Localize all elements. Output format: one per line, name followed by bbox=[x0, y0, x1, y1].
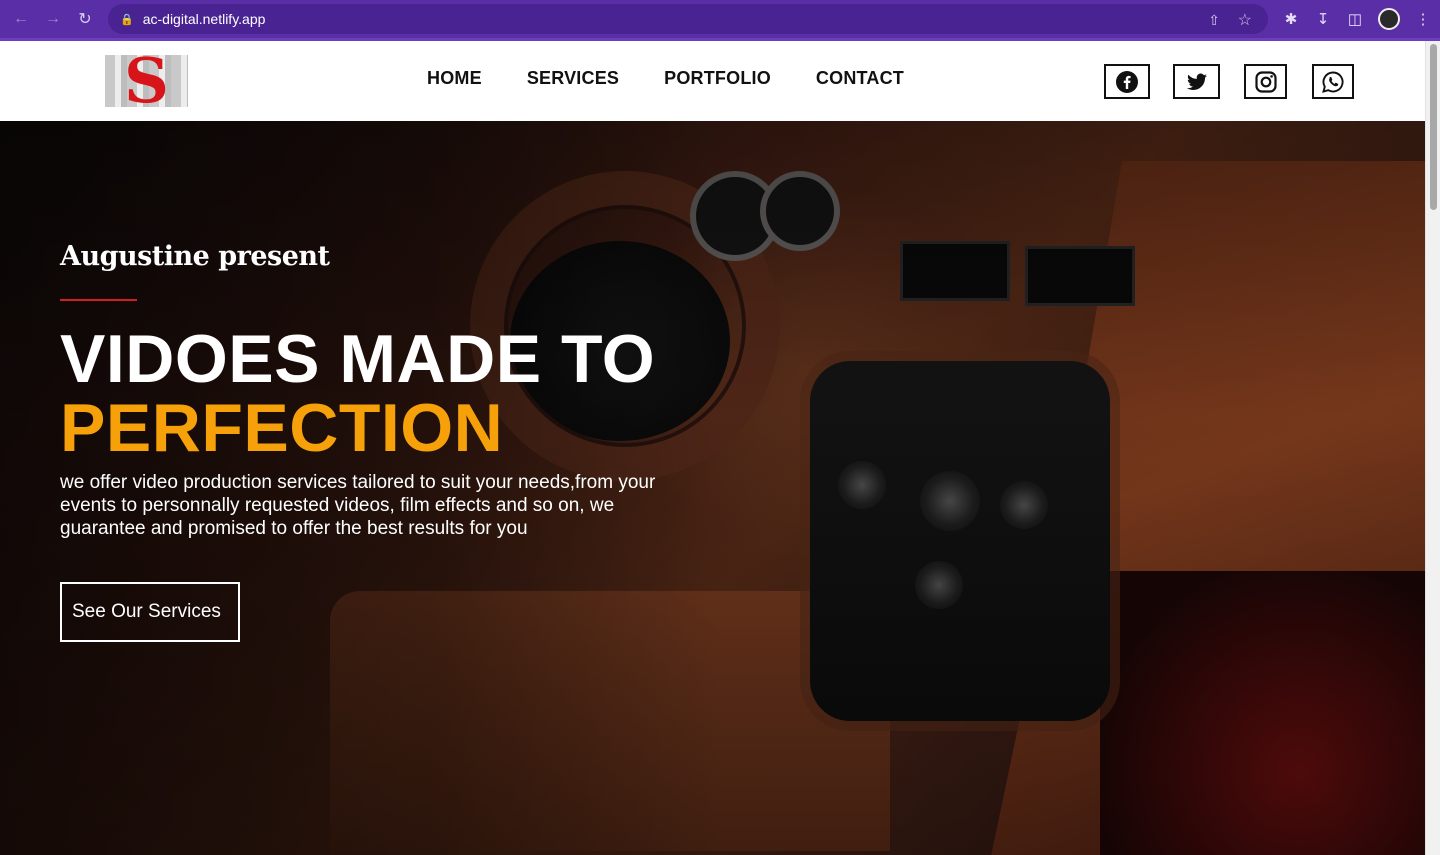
back-arrow-icon[interactable]: ← bbox=[10, 8, 32, 30]
hero-presenter: Augustine present bbox=[60, 241, 330, 272]
site-header: S HOME SERVICES PORTFOLIO CONTACT bbox=[0, 41, 1425, 121]
hero-headline-line2: PERFECTION bbox=[60, 390, 504, 466]
nav-portfolio[interactable]: PORTFOLIO bbox=[664, 68, 771, 89]
nav-services[interactable]: SERVICES bbox=[527, 68, 619, 89]
nav-contact[interactable]: CONTACT bbox=[816, 68, 904, 89]
whatsapp-icon bbox=[1322, 71, 1344, 93]
page-scrollbar[interactable] bbox=[1425, 41, 1440, 855]
twitter-icon bbox=[1186, 73, 1207, 90]
facebook-icon bbox=[1116, 70, 1138, 93]
nav-home[interactable]: HOME bbox=[427, 68, 482, 89]
side-panel-icon[interactable]: ◫ bbox=[1346, 10, 1364, 28]
download-icon[interactable]: ↧ bbox=[1314, 10, 1332, 28]
share-icon[interactable]: ⇧ bbox=[1208, 12, 1220, 29]
whatsapp-link[interactable] bbox=[1312, 64, 1354, 99]
logo-letter: S bbox=[124, 44, 169, 117]
extensions-icon[interactable]: ✱ bbox=[1282, 10, 1300, 28]
browser-toolbar: ← → ↻ 🔒 ac-digital.netlify.app ⇧ ☆ ✱ ↧ ◫… bbox=[0, 0, 1440, 38]
facebook-link[interactable] bbox=[1104, 64, 1150, 99]
instagram-link[interactable] bbox=[1244, 64, 1287, 99]
main-nav: HOME SERVICES PORTFOLIO CONTACT bbox=[427, 68, 904, 89]
site-logo[interactable]: S bbox=[105, 48, 188, 114]
profile-avatar[interactable] bbox=[1378, 8, 1400, 30]
accent-divider bbox=[60, 299, 137, 301]
hero-section: Augustine present VIDOES MADE TO PERFECT… bbox=[0, 121, 1425, 855]
hero-content: Augustine present VIDOES MADE TO PERFECT… bbox=[60, 241, 700, 642]
bookmark-star-icon[interactable]: ☆ bbox=[1238, 10, 1252, 30]
lock-icon: 🔒 bbox=[120, 13, 134, 26]
scrollbar-thumb[interactable] bbox=[1430, 44, 1437, 210]
see-services-button[interactable]: See Our Services bbox=[60, 582, 240, 642]
more-menu-icon[interactable]: ⋮ bbox=[1414, 10, 1432, 28]
url-text: ac-digital.netlify.app bbox=[142, 11, 266, 27]
reload-icon[interactable]: ↻ bbox=[74, 8, 96, 30]
instagram-icon bbox=[1254, 70, 1277, 93]
hero-headline-line1: VIDOES MADE TO bbox=[60, 321, 656, 397]
hero-description: we offer video production services tailo… bbox=[60, 472, 656, 539]
twitter-link[interactable] bbox=[1173, 64, 1220, 99]
forward-arrow-icon[interactable]: → bbox=[42, 8, 64, 30]
browser-actions: ✱ ↧ ◫ ⋮ bbox=[1282, 0, 1432, 38]
address-bar[interactable]: 🔒 ac-digital.netlify.app ⇧ ☆ bbox=[108, 4, 1268, 34]
